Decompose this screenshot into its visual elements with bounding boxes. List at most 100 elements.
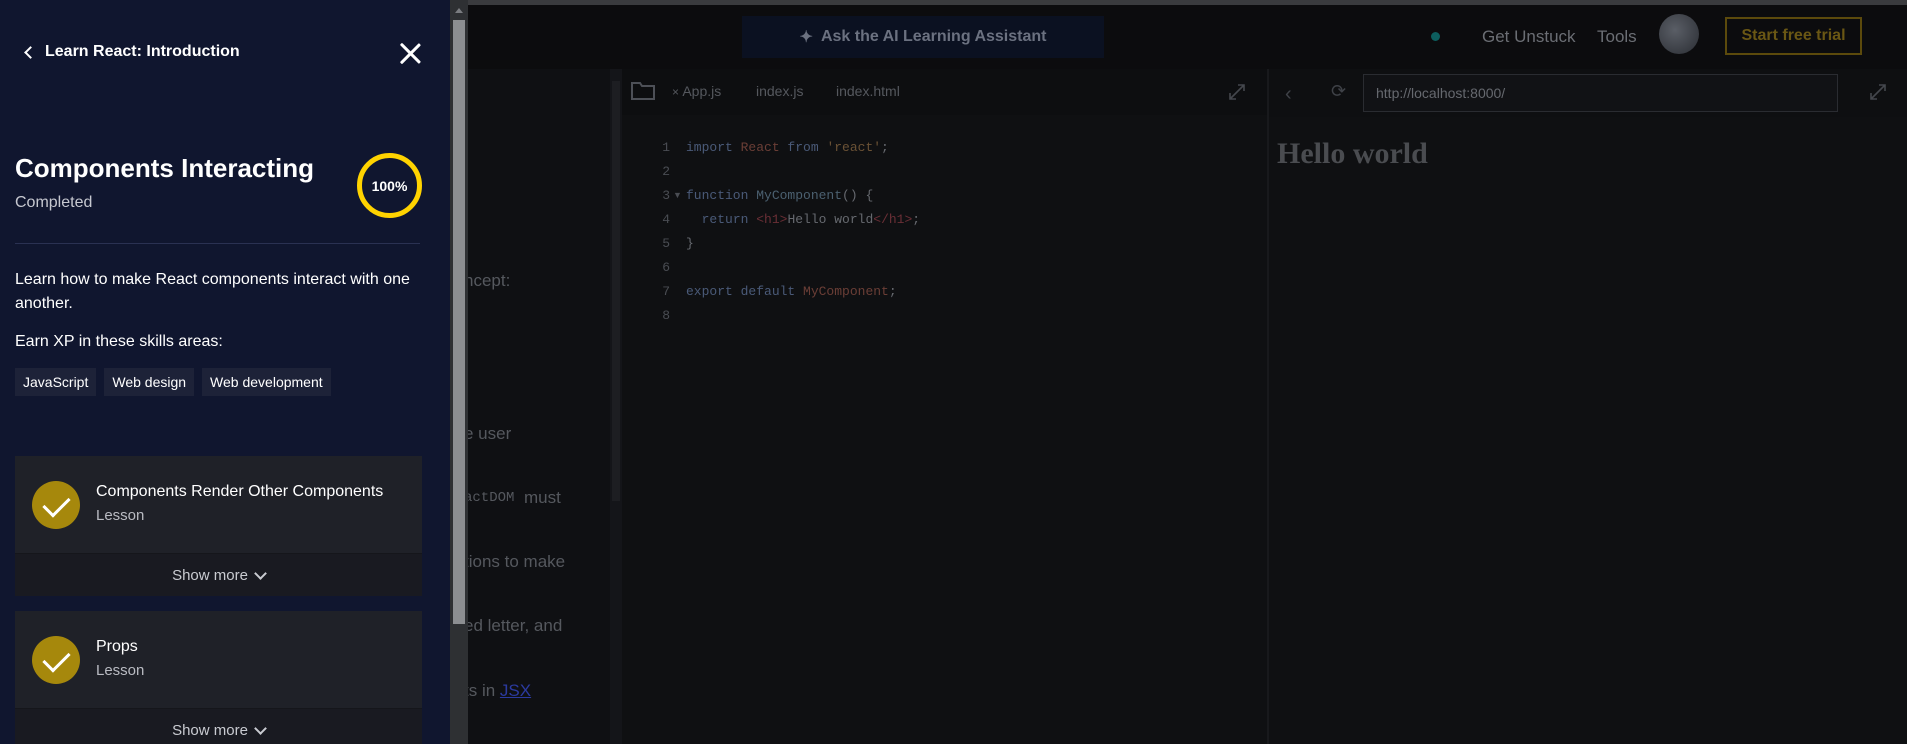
tab-index-js[interactable]: index.js — [756, 83, 803, 99]
drawer-scrollbar[interactable] — [450, 0, 468, 744]
lesson-card-header[interactable]: Props Lesson — [15, 611, 422, 708]
fold-toggle-icon[interactable]: ▼ — [673, 190, 682, 200]
lesson-card-footer: Show more — [15, 708, 422, 744]
preview-viewport: Hello world — [1269, 117, 1907, 744]
lesson-text-fragment: ncept: — [464, 271, 511, 290]
preview-heading: Hello world — [1277, 137, 1428, 170]
divider — [15, 243, 420, 244]
module-title: Components Interacting — [15, 153, 315, 183]
code-line[interactable]: } — [686, 236, 694, 251]
drawer-scrollbar-thumb[interactable] — [453, 20, 465, 624]
module-status: Completed — [15, 194, 93, 211]
avatar[interactable] — [1659, 14, 1699, 54]
lesson-card-header[interactable]: Components Render Other Components Lesso… — [15, 456, 422, 553]
code-token: <h1> — [756, 212, 788, 227]
lesson-card-footer: Show more — [15, 553, 422, 596]
code-line[interactable]: function MyComponent() { — [686, 188, 873, 203]
panel-divider[interactable] — [610, 69, 622, 744]
lesson-type: Lesson — [96, 662, 145, 679]
show-more-label: Show more — [172, 567, 248, 584]
show-more-label: Show more — [172, 722, 248, 739]
expand-icon[interactable] — [1228, 83, 1246, 101]
skill-chips: JavaScript Web design Web development — [15, 368, 331, 396]
code-token: ; — [881, 140, 889, 155]
show-more-button[interactable]: Show more — [15, 554, 422, 597]
line-number: 2 — [662, 164, 670, 179]
lesson-text-fragment: e user — [464, 424, 512, 443]
tab-index-html[interactable]: index.html — [836, 83, 900, 99]
progress-label: 100% — [371, 177, 408, 194]
checkmark-icon — [32, 636, 80, 684]
lesson-type: Lesson — [96, 507, 145, 524]
line-number: 6 — [662, 260, 670, 275]
tools-link[interactable]: Tools — [1597, 27, 1637, 47]
code-token: } — [686, 236, 694, 251]
course-title: Learn React: Introduction — [45, 43, 240, 60]
tab-label: App.js — [682, 83, 722, 99]
code-token: MyComponent — [803, 284, 889, 299]
ask-ai-label: Ask the AI Learning Assistant — [820, 28, 1047, 45]
lesson-scrollbar-thumb[interactable] — [612, 81, 620, 501]
expand-icon[interactable] — [1869, 83, 1887, 101]
lesson-text-fragment: tions to make — [464, 552, 566, 571]
tab-app-js[interactable]: × App.js — [672, 83, 721, 99]
progress-ring: 100% — [357, 153, 422, 218]
skill-chip: Web development — [202, 368, 331, 396]
code-line[interactable]: export default MyComponent; — [686, 284, 897, 299]
chevron-down-icon — [254, 721, 267, 735]
code-token: </h1> — [873, 212, 913, 227]
lesson-title: Components Render Other Components — [96, 483, 384, 500]
lesson-text-fragment: must — [524, 488, 561, 507]
show-more-button[interactable]: Show more — [15, 709, 422, 744]
start-free-trial-button[interactable]: Start free trial — [1725, 17, 1862, 55]
ask-ai-button[interactable]: ✦ Ask the AI Learning Assistant — [742, 16, 1104, 58]
back-arrow-icon[interactable]: ‹ — [1285, 83, 1292, 106]
line-number: 1 — [662, 140, 670, 155]
refresh-icon[interactable]: ⟳ — [1331, 81, 1346, 102]
code-token: ; — [912, 212, 921, 227]
preview-toolbar: ‹ ⟳ http://localhost:8000/ — [1269, 69, 1907, 117]
code-token: export default — [686, 284, 804, 299]
code-editor: × App.js index.js index.html 1 import Rea… — [622, 69, 1267, 744]
lesson-code-fragment: actDOM — [464, 490, 515, 506]
folder-icon[interactable] — [630, 79, 656, 101]
lesson-title: Props — [96, 638, 138, 655]
checkmark-icon — [32, 481, 80, 529]
lesson-text-fragment: ts in JSX — [464, 681, 531, 701]
code-line[interactable]: return <h1>Hello world</h1>; — [686, 212, 920, 227]
line-number: 7 — [662, 284, 670, 299]
sparkle-icon: ✦ — [799, 29, 813, 46]
online-status-dot — [1431, 32, 1440, 41]
jsx-link[interactable]: JSX — [500, 681, 531, 700]
get-unstuck-link[interactable]: Get Unstuck — [1482, 27, 1576, 47]
scroll-up-icon[interactable] — [455, 8, 463, 13]
code-line[interactable]: import React from 'react'; — [686, 140, 889, 155]
lesson-text-fragment: ts in — [464, 681, 496, 700]
chevron-left-icon — [24, 45, 37, 59]
module-description: Learn how to make React components inter… — [15, 271, 410, 312]
lesson-text-fragment: ed letter, and — [464, 616, 563, 635]
browser-preview: ‹ ⟳ http://localhost:8000/ Hello world — [1267, 69, 1907, 744]
code-token: ; — [888, 284, 897, 299]
skill-chip: JavaScript — [15, 368, 97, 396]
code-token: React — [740, 140, 788, 155]
tab-close-icon[interactable]: × — [672, 85, 682, 99]
line-number: 3 — [662, 188, 670, 203]
code-token: from — [787, 140, 827, 155]
lesson-card[interactable]: Props Lesson Show more — [15, 611, 422, 744]
code-token: function — [686, 188, 757, 203]
code-token: () { — [842, 188, 874, 203]
close-icon[interactable] — [399, 42, 421, 64]
code-token: 'react' — [826, 140, 882, 155]
module-drawer: Learn React: Introduction Components Int… — [0, 0, 450, 744]
back-to-course-link[interactable]: Learn React: Introduction — [24, 43, 240, 61]
code-token: Hello world — [787, 212, 874, 227]
line-number: 8 — [662, 308, 670, 323]
skill-chip: Web design — [104, 368, 195, 396]
line-number: 4 — [662, 212, 670, 227]
url-field[interactable]: http://localhost:8000/ — [1363, 74, 1838, 112]
lesson-card[interactable]: Components Render Other Components Lesso… — [15, 456, 422, 596]
code-token: MyComponent — [756, 188, 843, 203]
editor-tab-bar: × App.js index.js index.html — [622, 69, 1267, 115]
